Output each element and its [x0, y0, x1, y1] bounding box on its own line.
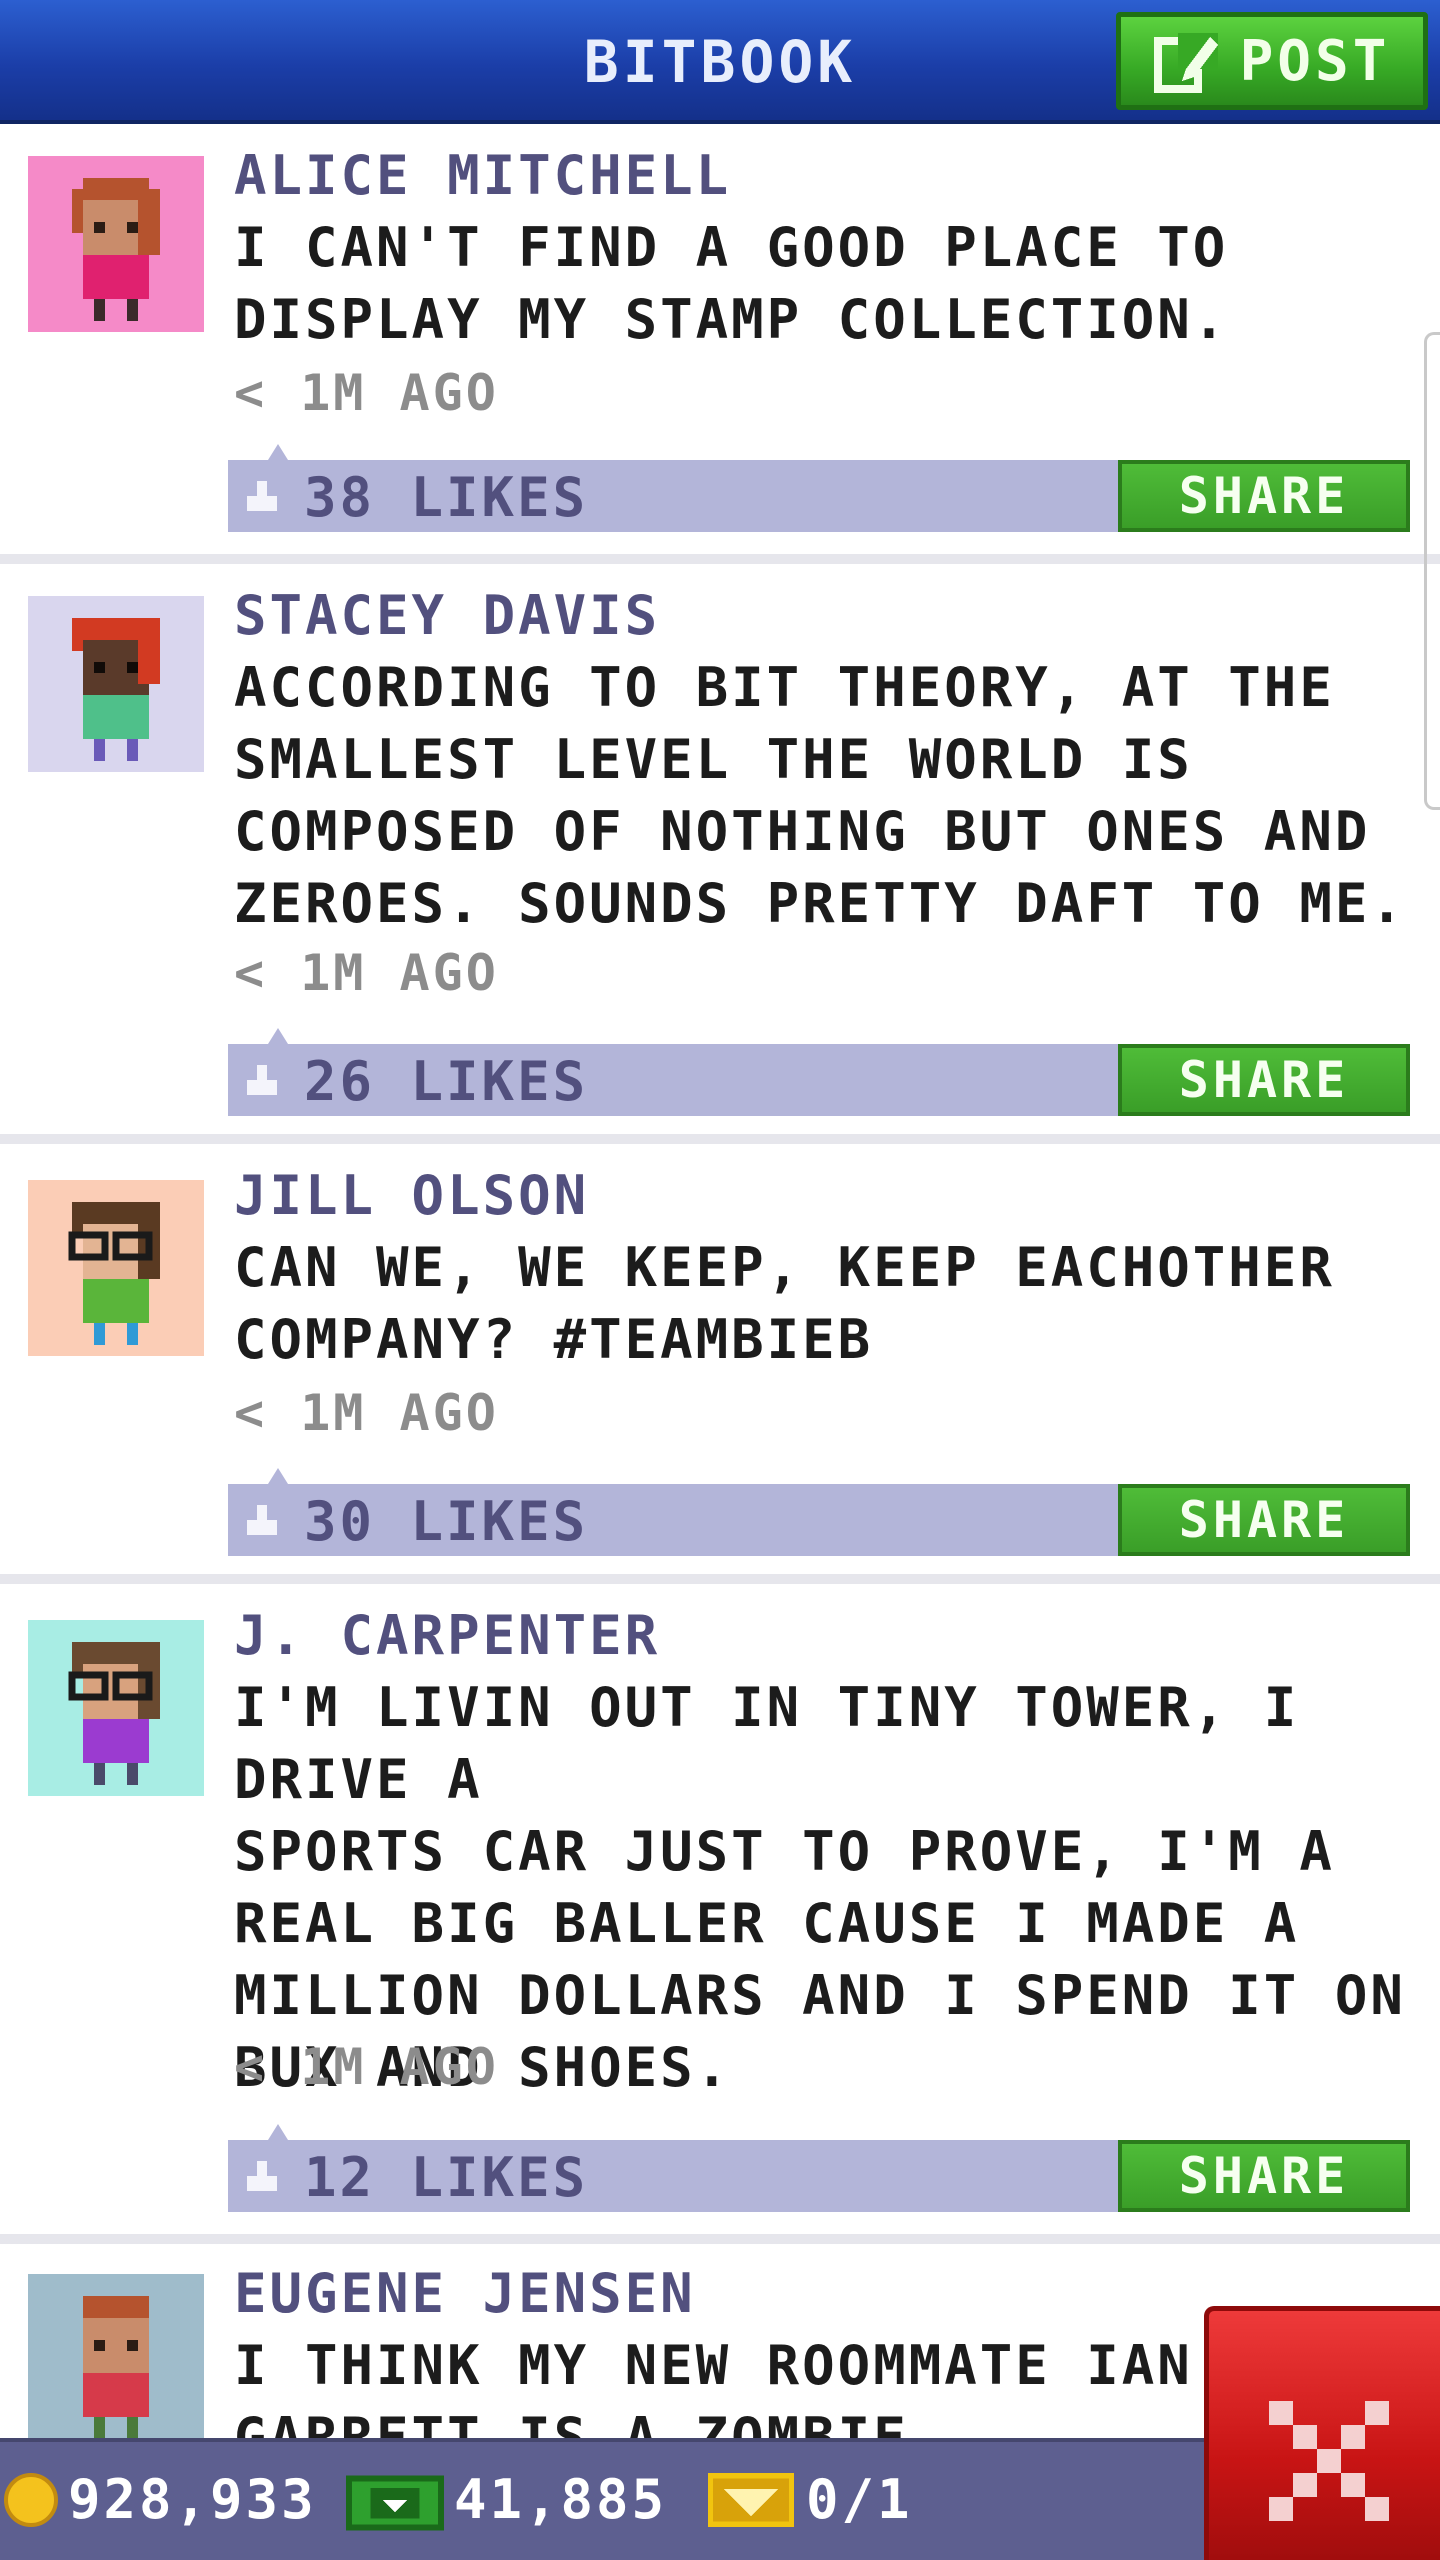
post-author[interactable]: EUGENE JENSEN: [234, 2262, 696, 2325]
divider: [0, 1574, 1440, 1584]
feed-post: ALICE MITCHELL I CAN'T FIND A GOOD PLACE…: [0, 124, 1440, 554]
post-time: < 1M AGO: [234, 1384, 499, 1442]
edit-icon: [1153, 33, 1218, 93]
likes-bar[interactable]: 26 LIKES SHARE: [228, 1028, 1410, 1116]
likes-bar[interactable]: 38 LIKES SHARE: [228, 444, 1410, 532]
divider: [0, 1134, 1440, 1144]
post-time: < 1M AGO: [234, 364, 499, 422]
thumbs-up-icon: [247, 481, 277, 511]
likes-bar[interactable]: 30 LIKES SHARE: [228, 1468, 1410, 1556]
feed-post: J. CARPENTER I'M LIVIN OUT IN TINY TOWER…: [0, 1584, 1440, 2234]
post-button-label: POST: [1239, 28, 1391, 94]
likes-count: 12 LIKES: [304, 2146, 589, 2209]
thumbs-up-icon: [247, 1065, 277, 1095]
avatar: [28, 596, 204, 772]
thumbs-up-icon: [247, 1505, 277, 1535]
post-text: ACCORDING TO BIT THEORY, AT THE SMALLEST…: [234, 656, 1406, 935]
divider: [0, 554, 1440, 564]
share-button[interactable]: SHARE: [1118, 1484, 1410, 1556]
close-icon: [1269, 2401, 1389, 2521]
likes-count: 26 LIKES: [304, 1050, 589, 1113]
share-button[interactable]: SHARE: [1118, 2140, 1410, 2212]
avatar: [28, 2274, 204, 2438]
bitbook-screen: BITBOOK POST ALICE MITCHELL I CAN'T FIND…: [0, 0, 1440, 2560]
avatar: [28, 1620, 204, 1796]
feed-post: JILL OLSON CAN WE, WE KEEP, KEEP EACHOTH…: [0, 1144, 1440, 1574]
post-text: CAN WE, WE KEEP, KEEP EACHOTHER COMPANY?…: [234, 1236, 1335, 1371]
post-author[interactable]: J. CARPENTER: [234, 1604, 660, 1667]
post-author[interactable]: ALICE MITCHELL: [234, 144, 731, 207]
divider: [0, 2234, 1440, 2244]
share-button[interactable]: SHARE: [1118, 460, 1410, 532]
bux-count: 41,885: [454, 2468, 668, 2531]
close-button[interactable]: [1204, 2306, 1440, 2560]
bux-icon: [346, 2475, 444, 2531]
post-author[interactable]: STACEY DAVIS: [234, 584, 660, 647]
likes-bar[interactable]: 12 LIKES SHARE: [228, 2124, 1410, 2212]
tickets-stat: 0/1: [706, 2468, 913, 2531]
post-time: < 1M AGO: [234, 2038, 499, 2096]
scrollbar[interactable]: [1424, 332, 1440, 810]
coin-icon: [4, 2472, 58, 2527]
thumbs-up-icon: [247, 2161, 277, 2191]
avatar: [28, 156, 204, 332]
likes-count: 38 LIKES: [304, 466, 589, 529]
feed-post: STACEY DAVIS ACCORDING TO BIT THEORY, AT…: [0, 564, 1440, 1134]
avatar: [28, 1180, 204, 1356]
coins-count: 928,933: [68, 2468, 317, 2531]
bux-stat: 41,885: [346, 2468, 667, 2531]
likes-count: 30 LIKES: [304, 1490, 589, 1553]
post-text: I CAN'T FIND A GOOD PLACE TO DISPLAY MY …: [234, 216, 1229, 351]
share-button[interactable]: SHARE: [1118, 1044, 1410, 1116]
post-button[interactable]: POST: [1116, 12, 1428, 110]
coins-stat: 928,933: [4, 2468, 317, 2531]
app-header: BITBOOK POST: [0, 0, 1440, 124]
post-author[interactable]: JILL OLSON: [234, 1164, 589, 1227]
tickets-count: 0/1: [806, 2468, 913, 2531]
ticket-icon: [707, 2472, 795, 2527]
post-time: < 1M AGO: [234, 944, 499, 1002]
